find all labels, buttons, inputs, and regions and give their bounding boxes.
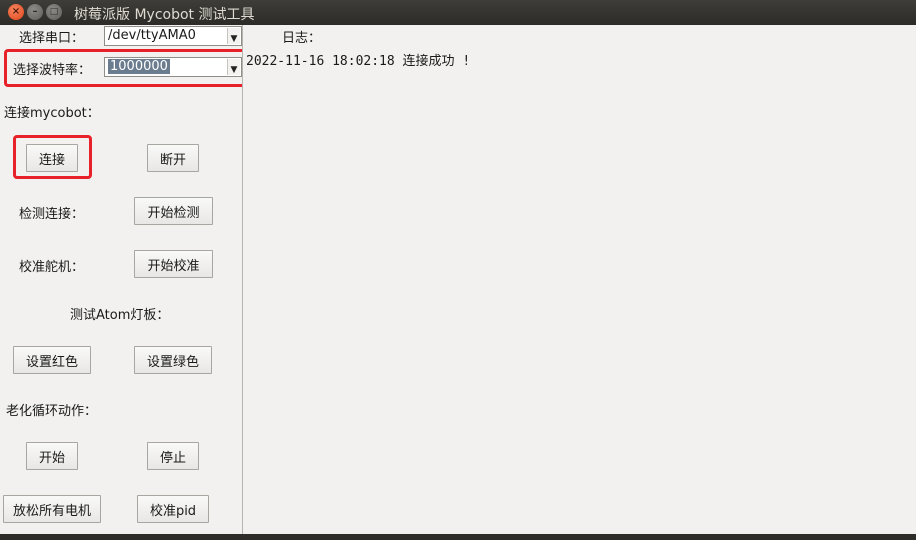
window-title: 树莓派版 Mycobot 测试工具 — [74, 7, 255, 23]
baud-rate-label: 选择波特率： — [13, 63, 92, 78]
set-green-button[interactable]: 设置绿色 — [134, 346, 212, 374]
chevron-down-icon[interactable]: ▼ — [227, 28, 240, 44]
log-label: 日志： — [282, 31, 322, 46]
calibrate-servo-label: 校准舵机： — [19, 260, 85, 275]
serial-port-label: 选择串口： — [19, 31, 85, 46]
log-text-area[interactable]: 2022-11-16 18:02:18 连接成功 ! — [243, 45, 916, 540]
baud-rate-select[interactable]: 1000000 ▼ — [104, 57, 242, 77]
set-red-button[interactable]: 设置红色 — [13, 346, 91, 374]
chevron-down-icon[interactable]: ▼ — [227, 59, 240, 75]
serial-port-select[interactable]: /dev/ttyAMA0 ▼ — [104, 26, 242, 46]
close-window-button[interactable]: × — [8, 4, 24, 20]
atom-led-label: 测试Atom灯板： — [70, 308, 170, 323]
log-line: 2022-11-16 18:02:18 连接成功 ! — [246, 54, 471, 69]
release-motors-button[interactable]: 放松所有电机 — [3, 495, 101, 523]
start-aging-button[interactable]: 开始 — [26, 442, 78, 470]
connect-section-label: 连接mycobot： — [4, 106, 100, 121]
title-bar: × – □ 树莓派版 Mycobot 测试工具 — [0, 0, 916, 25]
start-check-button[interactable]: 开始检测 — [134, 197, 213, 225]
baud-rate-value: 1000000 — [108, 59, 170, 74]
disconnect-button[interactable]: 断开 — [147, 144, 199, 172]
minimize-window-button[interactable]: – — [27, 4, 43, 20]
aging-loop-label: 老化循环动作： — [6, 404, 98, 419]
maximize-window-button[interactable]: □ — [46, 4, 62, 20]
connect-button[interactable]: 连接 — [26, 144, 78, 172]
bottom-background-strip — [0, 534, 916, 540]
stop-aging-button[interactable]: 停止 — [147, 442, 199, 470]
serial-port-value: /dev/ttyAMA0 — [108, 28, 196, 43]
start-calibrate-button[interactable]: 开始校准 — [134, 250, 213, 278]
calibrate-pid-button[interactable]: 校准pid — [137, 495, 209, 523]
check-connection-label: 检测连接： — [19, 207, 85, 222]
